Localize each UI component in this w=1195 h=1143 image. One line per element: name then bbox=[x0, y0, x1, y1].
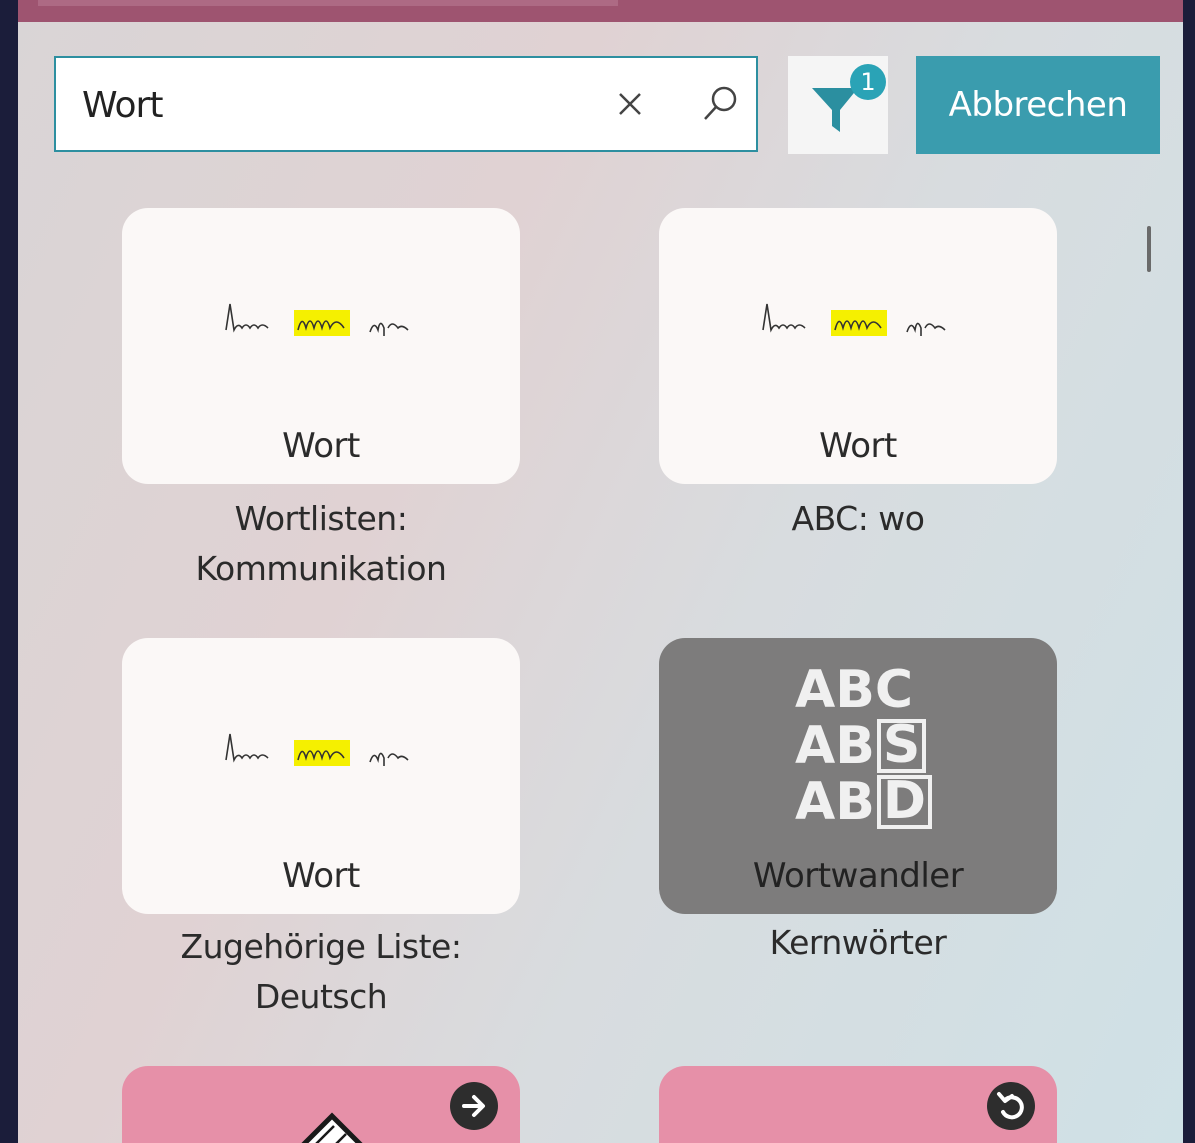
tile-label: Wortwandler bbox=[752, 856, 964, 896]
word-highlight-icon bbox=[225, 303, 409, 336]
result-tile-1[interactable]: Wort bbox=[122, 208, 520, 484]
title-bar-strip bbox=[38, 0, 618, 6]
word-highlight-icon bbox=[762, 303, 946, 336]
abc-row-2-prefix: AB bbox=[795, 716, 875, 776]
search-box[interactable] bbox=[54, 56, 758, 152]
caption-line-2: Kommunikation bbox=[195, 549, 447, 588]
tile-caption: Kernwörter bbox=[658, 918, 1058, 968]
search-input[interactable] bbox=[82, 80, 582, 130]
arrow-right-circle-icon[interactable] bbox=[450, 1082, 498, 1130]
word-highlight-icon bbox=[225, 733, 409, 766]
tile-label: Wort bbox=[282, 426, 360, 466]
result-tile-4[interactable]: ABC AB S AB D Wortwandler bbox=[659, 638, 1057, 914]
abc-row-1: ABC bbox=[795, 660, 914, 720]
filter-button[interactable]: 1 bbox=[788, 56, 888, 154]
result-tile-2[interactable]: Wort bbox=[659, 208, 1057, 484]
result-tile-5[interactable] bbox=[122, 1066, 520, 1143]
abc-row-2-boxed: S bbox=[876, 719, 927, 773]
close-icon[interactable] bbox=[612, 86, 648, 122]
tile-label: Wort bbox=[282, 856, 360, 896]
result-tile-3[interactable]: Wort bbox=[122, 638, 520, 914]
caption-line-2: Deutsch bbox=[254, 977, 388, 1016]
tile-caption: Zugehörige Liste: Deutsch bbox=[121, 922, 521, 1022]
scrollbar-thumb[interactable] bbox=[1147, 226, 1151, 272]
tile-caption: Wortlisten: Kommunikation bbox=[121, 494, 521, 594]
abc-row-3-boxed: D bbox=[876, 775, 933, 829]
undo-circle-icon[interactable] bbox=[987, 1082, 1035, 1130]
abc-row-2: AB S bbox=[795, 718, 935, 774]
search-panel: 1 Abbrechen Wort Wortlisten: Kommunikati… bbox=[18, 0, 1183, 1143]
tile-caption: ABC: wo bbox=[658, 494, 1058, 544]
search-icon[interactable] bbox=[698, 82, 742, 126]
result-tile-6[interactable] bbox=[659, 1066, 1057, 1143]
caption-line-1: Wortlisten: bbox=[234, 499, 408, 538]
filter-count-badge: 1 bbox=[850, 64, 886, 100]
caption-line-1: Kernwörter bbox=[769, 923, 947, 962]
abc-row-3: AB D bbox=[795, 774, 935, 830]
abc-word-changer-icon: ABC AB S AB D bbox=[795, 662, 935, 830]
caption-line-1: Zugehörige Liste: bbox=[180, 927, 462, 966]
title-bar bbox=[18, 0, 1183, 22]
abc-row-3-prefix: AB bbox=[795, 772, 875, 832]
document-icon bbox=[301, 1112, 363, 1143]
cancel-button[interactable]: Abbrechen bbox=[916, 56, 1160, 154]
tile-label: Wort bbox=[819, 426, 897, 466]
caption-line-1: ABC: wo bbox=[791, 499, 925, 538]
